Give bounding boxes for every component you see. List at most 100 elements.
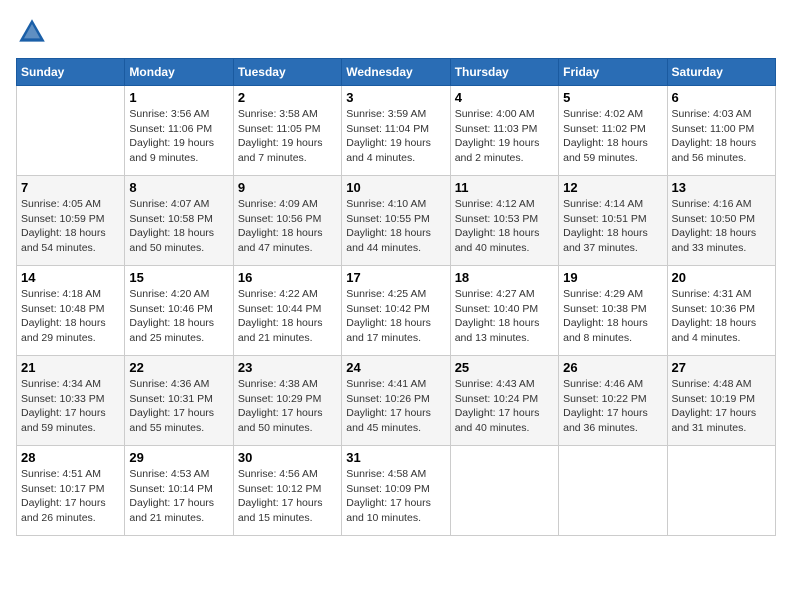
day-info: Sunrise: 4:09 AMSunset: 10:56 PMDaylight… [238, 197, 337, 256]
day-number: 14 [21, 270, 120, 285]
header-tuesday: Tuesday [233, 59, 341, 86]
day-number: 23 [238, 360, 337, 375]
day-number: 18 [455, 270, 554, 285]
day-info: Sunrise: 4:29 AMSunset: 10:38 PMDaylight… [563, 287, 662, 346]
day-number: 5 [563, 90, 662, 105]
calendar-cell: 16 Sunrise: 4:22 AMSunset: 10:44 PMDaylig… [233, 266, 341, 356]
day-number: 29 [129, 450, 228, 465]
calendar-cell: 22 Sunrise: 4:36 AMSunset: 10:31 PMDaylig… [125, 356, 233, 446]
day-info: Sunrise: 4:14 AMSunset: 10:51 PMDaylight… [563, 197, 662, 256]
day-info: Sunrise: 4:12 AMSunset: 10:53 PMDaylight… [455, 197, 554, 256]
day-number: 2 [238, 90, 337, 105]
day-number: 1 [129, 90, 228, 105]
day-number: 15 [129, 270, 228, 285]
day-number: 12 [563, 180, 662, 195]
day-number: 10 [346, 180, 445, 195]
calendar-cell: 29 Sunrise: 4:53 AMSunset: 10:14 PMDaylig… [125, 446, 233, 536]
calendar-cell: 24Sunrise: 4:41 AMSunset: 10:26 PMDaylig… [342, 356, 450, 446]
day-info: Sunrise: 4:07 AMSunset: 10:58 PMDaylight… [129, 197, 228, 256]
calendar-cell [667, 446, 775, 536]
day-info: Sunrise: 4:00 AMSunset: 11:03 PMDaylight… [455, 107, 554, 166]
calendar-cell: 20Sunrise: 4:31 AMSunset: 10:36 PMDaylig… [667, 266, 775, 356]
calendar-cell: 9Sunrise: 4:09 AMSunset: 10:56 PMDayligh… [233, 176, 341, 266]
day-number: 21 [21, 360, 120, 375]
day-info: Sunrise: 4:18 AMSunset: 10:48 PMDaylight… [21, 287, 120, 346]
day-info: Sunrise: 4:36 AMSunset: 10:31 PMDaylight… [129, 377, 228, 436]
calendar-cell: 23 Sunrise: 4:38 AMSunset: 10:29 PMDaylig… [233, 356, 341, 446]
day-number: 28 [21, 450, 120, 465]
day-number: 25 [455, 360, 554, 375]
day-number: 13 [672, 180, 771, 195]
day-number: 30 [238, 450, 337, 465]
calendar-cell: 25 Sunrise: 4:43 AMSunset: 10:24 PMDaylig… [450, 356, 558, 446]
day-info: Sunrise: 4:16 AMSunset: 10:50 PMDaylight… [672, 197, 771, 256]
day-number: 6 [672, 90, 771, 105]
day-number: 7 [21, 180, 120, 195]
calendar-cell: 13 Sunrise: 4:16 AMSunset: 10:50 PMDaylig… [667, 176, 775, 266]
calendar-cell: 6 Sunrise: 4:03 AMSunset: 11:00 PMDayligh… [667, 86, 775, 176]
day-number: 27 [672, 360, 771, 375]
header-sunday: Sunday [17, 59, 125, 86]
header-wednesday: Wednesday [342, 59, 450, 86]
calendar-cell: 19 Sunrise: 4:29 AMSunset: 10:38 PMDaylig… [559, 266, 667, 356]
calendar-cell: 4Sunrise: 4:00 AMSunset: 11:03 PMDayligh… [450, 86, 558, 176]
calendar-cell: 15 Sunrise: 4:20 AMSunset: 10:46 PMDaylig… [125, 266, 233, 356]
day-info: Sunrise: 4:53 AMSunset: 10:14 PMDaylight… [129, 467, 228, 526]
day-info: Sunrise: 3:56 AMSunset: 11:06 PMDaylight… [129, 107, 228, 166]
day-info: Sunrise: 4:56 AMSunset: 10:12 PMDaylight… [238, 467, 337, 526]
calendar-cell: 12 Sunrise: 4:14 AMSunset: 10:51 PMDaylig… [559, 176, 667, 266]
day-info: Sunrise: 3:58 AMSunset: 11:05 PMDaylight… [238, 107, 337, 166]
calendar-cell: 10 Sunrise: 4:10 AMSunset: 10:55 PMDaylig… [342, 176, 450, 266]
logo [16, 16, 52, 48]
calendar-week-row: 21 Sunrise: 4:34 AMSunset: 10:33 PMDaylig… [17, 356, 776, 446]
calendar-week-row: 14 Sunrise: 4:18 AMSunset: 10:48 PMDaylig… [17, 266, 776, 356]
calendar-cell [559, 446, 667, 536]
day-info: Sunrise: 4:38 AMSunset: 10:29 PMDaylight… [238, 377, 337, 436]
page-header [16, 16, 776, 48]
calendar-cell: 7 Sunrise: 4:05 AMSunset: 10:59 PMDayligh… [17, 176, 125, 266]
header-thursday: Thursday [450, 59, 558, 86]
day-info: Sunrise: 4:05 AMSunset: 10:59 PMDaylight… [21, 197, 120, 256]
calendar-cell [450, 446, 558, 536]
calendar-cell: 26Sunrise: 4:46 AMSunset: 10:22 PMDaylig… [559, 356, 667, 446]
calendar-week-row: 28 Sunrise: 4:51 AMSunset: 10:17 PMDaylig… [17, 446, 776, 536]
day-info: Sunrise: 4:10 AMSunset: 10:55 PMDaylight… [346, 197, 445, 256]
day-info: Sunrise: 4:31 AMSunset: 10:36 PMDaylight… [672, 287, 771, 346]
day-info: Sunrise: 4:58 AMSunset: 10:09 PMDaylight… [346, 467, 445, 526]
day-info: Sunrise: 3:59 AMSunset: 11:04 PMDaylight… [346, 107, 445, 166]
day-info: Sunrise: 4:25 AMSunset: 10:42 PMDaylight… [346, 287, 445, 346]
calendar-cell [17, 86, 125, 176]
calendar-cell: 2 Sunrise: 3:58 AMSunset: 11:05 PMDayligh… [233, 86, 341, 176]
day-number: 26 [563, 360, 662, 375]
calendar-week-row: 1 Sunrise: 3:56 AMSunset: 11:06 PMDayligh… [17, 86, 776, 176]
day-info: Sunrise: 4:51 AMSunset: 10:17 PMDaylight… [21, 467, 120, 526]
day-info: Sunrise: 4:43 AMSunset: 10:24 PMDaylight… [455, 377, 554, 436]
calendar-cell: 31 Sunrise: 4:58 AMSunset: 10:09 PMDaylig… [342, 446, 450, 536]
calendar-cell: 11Sunrise: 4:12 AMSunset: 10:53 PMDaylig… [450, 176, 558, 266]
calendar-cell: 18 Sunrise: 4:27 AMSunset: 10:40 PMDaylig… [450, 266, 558, 356]
day-number: 19 [563, 270, 662, 285]
day-number: 3 [346, 90, 445, 105]
day-info: Sunrise: 4:34 AMSunset: 10:33 PMDaylight… [21, 377, 120, 436]
calendar-cell: 8Sunrise: 4:07 AMSunset: 10:58 PMDayligh… [125, 176, 233, 266]
header-saturday: Saturday [667, 59, 775, 86]
day-number: 22 [129, 360, 228, 375]
calendar-cell: 17Sunrise: 4:25 AMSunset: 10:42 PMDaylig… [342, 266, 450, 356]
day-number: 24 [346, 360, 445, 375]
day-info: Sunrise: 4:22 AMSunset: 10:44 PMDaylight… [238, 287, 337, 346]
day-info: Sunrise: 4:02 AMSunset: 11:02 PMDaylight… [563, 107, 662, 166]
day-number: 16 [238, 270, 337, 285]
calendar-cell: 5 Sunrise: 4:02 AMSunset: 11:02 PMDayligh… [559, 86, 667, 176]
day-number: 31 [346, 450, 445, 465]
calendar-cell: 30 Sunrise: 4:56 AMSunset: 10:12 PMDaylig… [233, 446, 341, 536]
logo-icon [16, 16, 48, 48]
day-info: Sunrise: 4:20 AMSunset: 10:46 PMDaylight… [129, 287, 228, 346]
calendar-table: SundayMondayTuesdayWednesdayThursdayFrid… [16, 58, 776, 536]
day-info: Sunrise: 4:03 AMSunset: 11:00 PMDaylight… [672, 107, 771, 166]
calendar-cell: 3 Sunrise: 3:59 AMSunset: 11:04 PMDayligh… [342, 86, 450, 176]
day-info: Sunrise: 4:27 AMSunset: 10:40 PMDaylight… [455, 287, 554, 346]
calendar-cell: 28 Sunrise: 4:51 AMSunset: 10:17 PMDaylig… [17, 446, 125, 536]
calendar-header-row: SundayMondayTuesdayWednesdayThursdayFrid… [17, 59, 776, 86]
day-info: Sunrise: 4:48 AMSunset: 10:19 PMDaylight… [672, 377, 771, 436]
calendar-week-row: 7 Sunrise: 4:05 AMSunset: 10:59 PMDayligh… [17, 176, 776, 266]
